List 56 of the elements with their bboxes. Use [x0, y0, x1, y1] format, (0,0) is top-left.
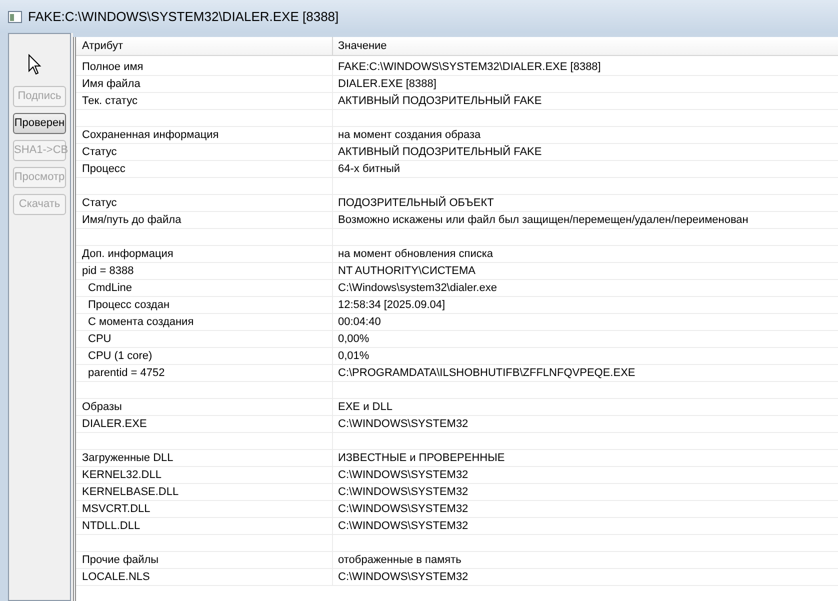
value-cell-text: 64-х битный [338, 162, 400, 177]
attribute-cell-text: Статус [82, 144, 117, 160]
value-cell-text: АКТИВНЫЙ ПОДОЗРИТЕЛЬНЫЙ FAKE [338, 93, 542, 109]
column-header[interactable]: Значение [338, 38, 387, 54]
side-button[interactable]: Проверен [13, 113, 66, 134]
value-cell-text: DIALER.EXE [8388] [338, 76, 436, 92]
attribute-cell-text: LOCALE.NLS [82, 570, 150, 585]
attribute-cell-text: NTDLL.DLL [82, 518, 140, 534]
value-cell-text: 0,00% [338, 332, 370, 347]
attribute-cell-text: CPU (1 core) [88, 348, 152, 364]
attribute-cell-text: Процесс [82, 162, 126, 177]
attribute-cell-text: KERNELBASE.DLL [82, 484, 179, 500]
value-cell-text: EXE и DLL [338, 400, 392, 415]
attribute-cell-text: Процесс создан [88, 298, 170, 313]
value-cell-text: NT AUTHORITY\СИСТЕМА [338, 264, 476, 279]
value-cell-text: на момент создания образа [338, 128, 481, 143]
attribute-cell-text: Статус [82, 196, 117, 211]
value-cell-text: C:\WINDOWS\SYSTEM32 [338, 518, 468, 534]
value-cell-text: C:\WINDOWS\SYSTEM32 [338, 484, 468, 500]
attribute-cell-text: parentid = 4752 [88, 366, 165, 381]
value-cell-text: C:\Windows\system32\dialer.exe [338, 280, 497, 296]
attribute-cell-text: Имя файла [82, 76, 140, 92]
column-header[interactable]: Атрибут [82, 38, 123, 54]
value-cell-text: отображенные в память [338, 552, 462, 568]
attribute-cell-text: Загруженные DLL [82, 450, 174, 466]
attribute-cell-text: Прочие файлы [82, 552, 159, 568]
attribute-cell-text: С момента создания [88, 314, 194, 330]
attribute-cell-text: Имя/путь до файла [82, 212, 182, 228]
value-cell-text: 00:04:40 [338, 314, 381, 330]
value-cell-text: C:\WINDOWS\SYSTEM32 [338, 416, 468, 432]
value-cell-text: 12:58:34 [2025.09.04] [338, 298, 446, 313]
attribute-cell-text: pid = 8388 [82, 264, 134, 279]
cursor-icon [28, 54, 42, 76]
attribute-cell-text: DIALER.EXE [82, 416, 147, 432]
attribute-cell-text: CPU [88, 332, 112, 347]
value-cell-text: ИЗВЕСТНЫЕ и ПРОВЕРЕННЫЕ [338, 450, 505, 466]
value-cell-text: C:\WINDOWS\SYSTEM32 [338, 468, 468, 483]
attribute-cell-text: Доп. информация [82, 246, 174, 262]
attribute-cell-text: KERNEL32.DLL [82, 468, 162, 483]
attribute-cell-text: Тек. статус [82, 94, 138, 109]
window-title: FAKE:C:\WINDOWS\SYSTEM32\DIALER.EXE [8388] [28, 8, 339, 26]
window-icon [8, 10, 22, 22]
attribute-cell-text: Образы [82, 400, 122, 415]
value-cell-text: C:\PROGRAMDATA\ILSHOBHUTIFB\ZFFLNFQVPEQE.EXE [338, 366, 636, 381]
attribute-cell-text: Сохраненная информация [82, 128, 219, 143]
value-cell-text: C:\WINDOWS\SYSTEM32 [338, 502, 468, 517]
attribute-cell-text: Полное имя [82, 60, 144, 75]
value-cell-text: 0,01% [338, 348, 370, 364]
attribute-cell-text: MSVCRT.DLL [82, 502, 150, 517]
value-cell-text: АКТИВНЫЙ ПОДОЗРИТЕЛЬНЫЙ FAKE [338, 144, 542, 160]
attribute-cell-text: CmdLine [88, 280, 132, 296]
value-cell-text: FAKE:C:\WINDOWS\SYSTEM32\DIALER.EXE [8388] [338, 60, 601, 75]
value-cell-text: ПОДОЗРИТЕЛЬНЫЙ ОБЪЕКТ [338, 195, 494, 211]
value-cell-text: C:\WINDOWS\SYSTEM32 [338, 570, 468, 585]
value-cell-text: на момент обновления списка [338, 246, 494, 262]
value-cell-text: Возможно искажены или файл был защищен/перемещен/удален/переименован [338, 212, 748, 228]
